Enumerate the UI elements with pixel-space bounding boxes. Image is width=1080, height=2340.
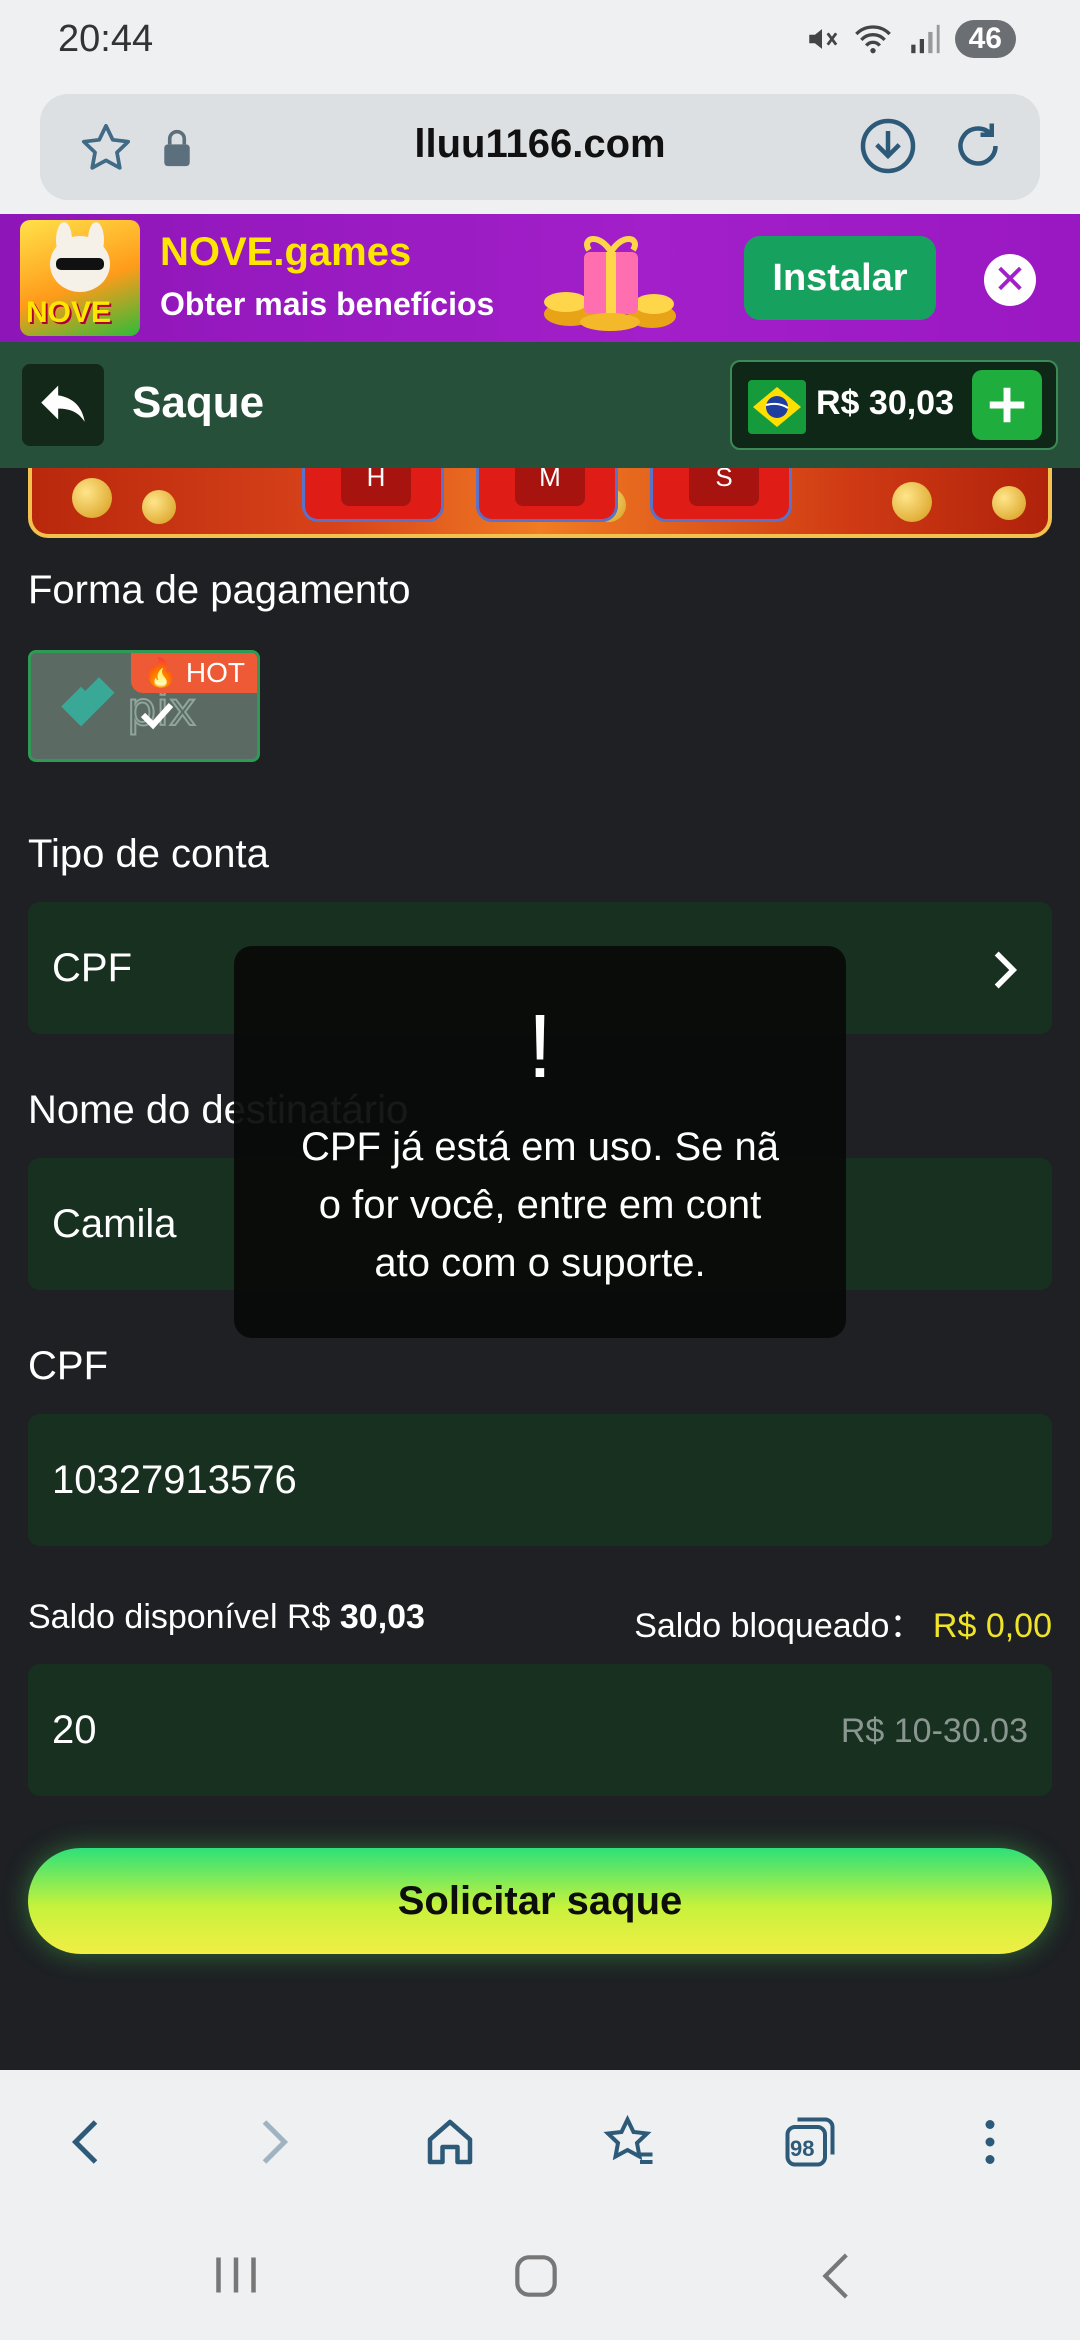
signal-icon: [910, 24, 940, 54]
pix-payment-option[interactable]: pix 🔥 HOT: [28, 650, 260, 762]
account-type-label: Tipo de conta: [28, 832, 269, 876]
logo-text: NOVE: [26, 296, 112, 329]
flame-icon: 🔥: [143, 657, 179, 688]
status-time: 20:44: [58, 18, 154, 60]
deposit-add-button[interactable]: [972, 370, 1042, 440]
page-title: Saque: [132, 378, 265, 427]
browser-bottom-bar: 98: [0, 2070, 1080, 2210]
back-icon[interactable]: [58, 2112, 118, 2172]
bookmarks-icon[interactable]: [600, 2112, 660, 2172]
error-toast: ! CPF já está em uso. Se nã o for você, …: [234, 946, 846, 1338]
back-button[interactable]: [22, 364, 104, 446]
status-icons: 46: [805, 20, 1016, 58]
warning-icon: !: [527, 997, 553, 1097]
promo-subtitle: Obter mais benefícios: [160, 286, 495, 322]
back-arrow-icon: [41, 385, 85, 422]
home-nav-icon[interactable]: [506, 2248, 566, 2304]
tabs-button[interactable]: 98: [780, 2112, 840, 2172]
gift-coins-icon: [544, 236, 676, 331]
install-button[interactable]: Instalar: [744, 236, 936, 320]
hero-banner: H M S: [28, 468, 1052, 538]
mute-icon: [808, 29, 837, 49]
timer-hours: H: [302, 468, 444, 522]
amount-range-hint: R$ 10-30.03: [840, 1712, 1028, 1750]
wifi-icon: [854, 25, 891, 54]
balance-info: Saldo disponível R$ 30,03 Saldo bloquead…: [28, 1598, 1052, 1645]
blocked-balance: Saldo bloqueado： R$ 0,00: [634, 1607, 1052, 1645]
chevron-right-icon: [994, 951, 1018, 989]
browser-toolbar: lluu1166.com: [0, 84, 1080, 214]
forward-icon[interactable]: [242, 2112, 302, 2172]
home-icon[interactable]: [420, 2112, 480, 2172]
request-withdrawal-button[interactable]: Solicitar saque: [28, 1848, 1052, 1954]
timer-minutes: M: [476, 468, 618, 522]
cpf-value: 10327913576: [52, 1458, 297, 1502]
more-menu-icon[interactable]: [960, 2112, 1020, 2172]
payment-method-label: Forma de pagamento: [28, 568, 411, 612]
promo-title: NOVE.games: [160, 230, 412, 274]
recipient-name-value: Camila: [52, 1202, 177, 1246]
promo-banner: NOVE NOVE.games Obter mais benefícios In…: [0, 214, 1080, 342]
battery-indicator: 46: [954, 20, 1016, 58]
brazil-flag-icon: [748, 380, 806, 434]
amount-field[interactable]: 20 R$ 10-30.03: [28, 1664, 1052, 1796]
hot-badge-text: HOT: [185, 657, 245, 688]
balance-amount: R$ 30,03: [816, 384, 954, 422]
toast-message: CPF já está em uso. Se nã o for você, en…: [300, 1125, 779, 1285]
address-bar[interactable]: lluu1166.com: [40, 94, 1040, 200]
app-header: Saque R$ 30,03: [0, 342, 1080, 468]
back-nav-icon[interactable]: [812, 2248, 862, 2304]
recent-apps-icon[interactable]: [206, 2250, 266, 2300]
account-type-value: CPF: [52, 946, 132, 990]
app-logo: NOVE: [20, 220, 140, 336]
tabs-count: 98: [790, 2136, 815, 2161]
available-balance: Saldo disponível R$ 30,03: [28, 1598, 425, 1636]
reload-icon[interactable]: [948, 116, 1008, 176]
cpf-label: CPF: [28, 1344, 108, 1388]
system-nav-bar: [0, 2210, 1080, 2340]
plus-icon: [989, 387, 1025, 423]
download-icon[interactable]: [858, 116, 918, 176]
close-banner-icon[interactable]: ✕: [984, 254, 1036, 306]
cpf-field[interactable]: 10327913576: [28, 1414, 1052, 1546]
hot-badge: 🔥 HOT: [131, 653, 257, 693]
status-bar: 20:44 46: [0, 0, 1080, 84]
amount-value: 20: [52, 1708, 97, 1752]
balance-widget: R$ 30,03: [730, 360, 1058, 450]
timer-seconds: S: [650, 468, 792, 522]
